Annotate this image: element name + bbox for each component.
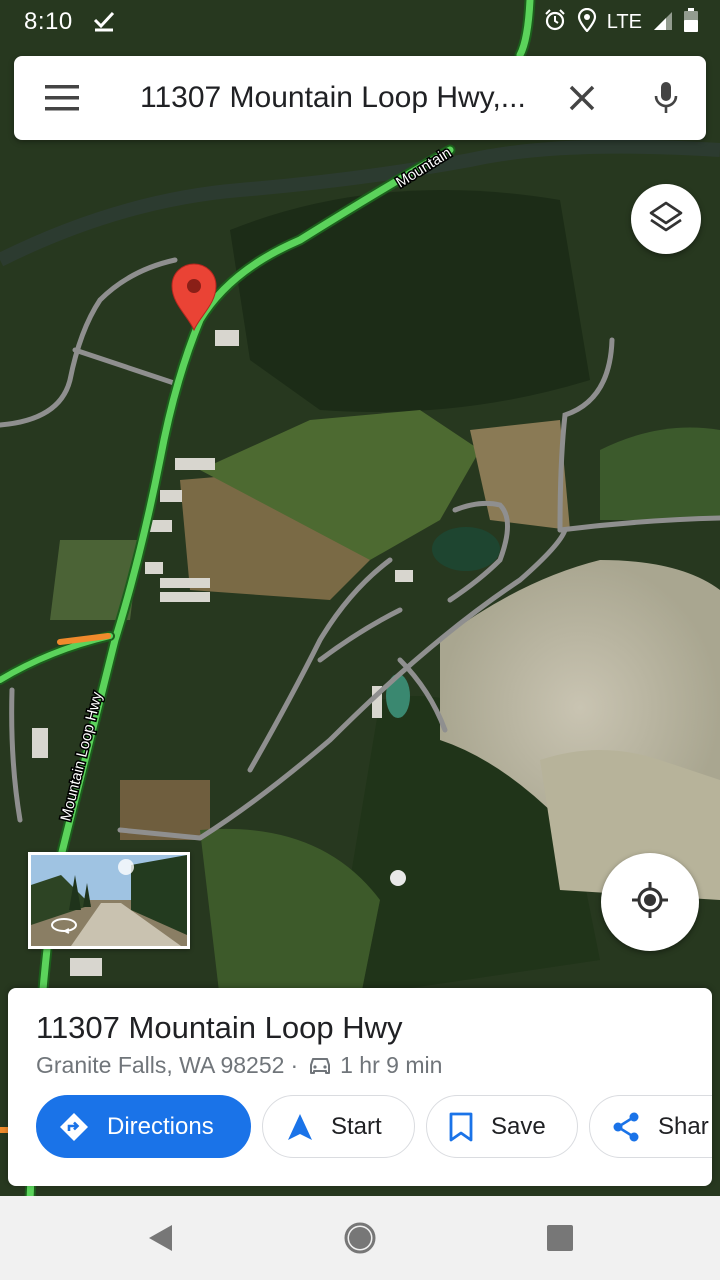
- share-button[interactable]: Shar: [589, 1095, 712, 1158]
- bookmark-icon: [449, 1112, 473, 1142]
- directions-button[interactable]: Directions: [36, 1095, 251, 1158]
- drive-time: 1 hr 9 min: [340, 1052, 443, 1078]
- place-address: Granite Falls, WA 98252: [36, 1052, 285, 1078]
- layers-button[interactable]: [631, 184, 701, 254]
- share-label: Shar: [658, 1112, 709, 1140]
- back-icon[interactable]: [140, 1218, 180, 1258]
- dense-forest: [230, 190, 590, 412]
- checkmark-icon: [92, 8, 116, 37]
- share-icon: [612, 1112, 640, 1142]
- rotate-360-icon: [49, 915, 79, 940]
- search-query[interactable]: 11307 Mountain Loop Hwy,...: [140, 80, 540, 116]
- water-tank: [390, 870, 406, 886]
- save-button[interactable]: Save: [426, 1095, 578, 1158]
- my-location-button[interactable]: [601, 853, 699, 951]
- pond: [432, 527, 500, 571]
- layers-icon: [649, 201, 683, 238]
- location-icon: [577, 7, 597, 37]
- place-sheet[interactable]: 11307 Mountain Loop Hwy Granite Falls, W…: [8, 988, 712, 1186]
- status-bar: 8:10 LTE: [0, 0, 720, 44]
- menu-icon[interactable]: [42, 80, 82, 116]
- start-label: Start: [331, 1112, 382, 1140]
- mic-icon[interactable]: [646, 76, 686, 120]
- my-location-icon: [630, 880, 670, 925]
- action-buttons: Directions Start Save Shar: [36, 1095, 712, 1159]
- alarm-icon: [543, 8, 567, 37]
- network-type: LTE: [606, 11, 642, 33]
- place-title: 11307 Mountain Loop Hwy: [36, 1010, 403, 1045]
- start-button[interactable]: Start: [262, 1095, 415, 1158]
- navigation-arrow-icon: [287, 1113, 313, 1141]
- directions-label: Directions: [107, 1112, 214, 1140]
- save-label: Save: [491, 1112, 546, 1140]
- status-time: 8:10: [24, 8, 73, 35]
- recents-icon[interactable]: [540, 1218, 580, 1258]
- system-nav-bar: [0, 1196, 720, 1280]
- close-icon[interactable]: [562, 78, 602, 118]
- separator: ·: [290, 1052, 299, 1078]
- street-view-thumbnail[interactable]: [28, 852, 190, 949]
- battery-icon: [684, 8, 698, 37]
- search-bar[interactable]: 11307 Mountain Loop Hwy,...: [14, 56, 706, 140]
- home-icon[interactable]: [340, 1218, 380, 1258]
- signal-icon: [652, 9, 674, 36]
- directions-icon: [59, 1112, 89, 1142]
- car-icon: [308, 1056, 332, 1076]
- place-subtitle: Granite Falls, WA 98252 · 1 hr 9 min: [36, 1052, 442, 1079]
